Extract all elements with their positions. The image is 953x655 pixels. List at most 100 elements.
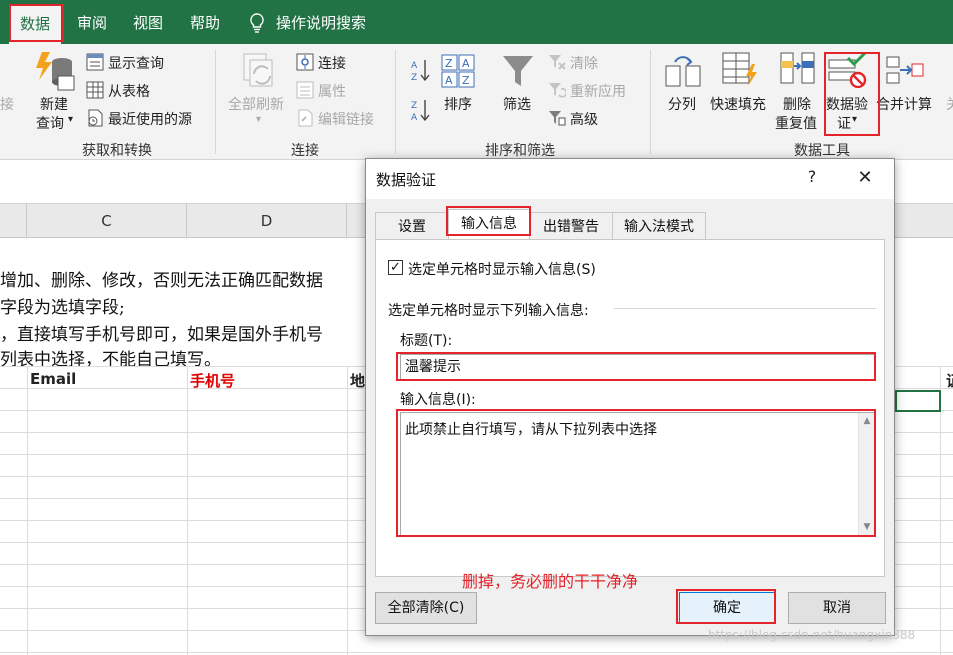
data-validation-label-2[interactable]: 证 — [837, 113, 851, 133]
cancel-button[interactable]: 取消 — [788, 592, 886, 624]
group-separator — [395, 50, 396, 154]
grid-line — [187, 366, 188, 655]
data-validation-dialog: 数据验证 ? ✕ 设置 输入信息 出错警告 输入法模式 ✓ 选定单元格时显示输入… — [365, 158, 895, 636]
column-header-b-partial[interactable] — [0, 204, 27, 238]
ribbon: 接 新建 查询 ▾ 显示查询 从表格 最近使用的源 获取和转换 全部刷新 ▾ 连… — [0, 44, 953, 160]
show-queries-button[interactable]: 显示查询 — [108, 53, 164, 73]
tab-view[interactable]: 视图 — [130, 6, 166, 40]
group-label-connections: 连接 — [291, 143, 319, 159]
connections-icon — [296, 53, 314, 71]
show-input-message-label[interactable]: 选定单元格时显示输入信息(S) — [408, 259, 596, 279]
svg-text:A: A — [411, 61, 418, 71]
scroll-down-icon[interactable]: ▼ — [862, 522, 872, 532]
svg-text:Z: Z — [411, 73, 417, 82]
recent-sources-icon — [88, 109, 103, 127]
ribbon-tab-bar: 数据 审阅 视图 帮助 操作说明搜索 — [0, 0, 953, 44]
group-separator — [215, 50, 216, 154]
watermark: https://blog.csdn.net/huangxin388 — [708, 628, 916, 642]
properties-button[interactable]: 属性 — [318, 81, 346, 101]
tab-settings[interactable]: 设置 — [375, 212, 449, 240]
ok-button[interactable]: 确定 — [679, 592, 775, 624]
svg-text:Z: Z — [462, 74, 470, 87]
remove-duplicates-label-1[interactable]: 删除 — [783, 94, 811, 114]
header-cell-email[interactable]: Email — [30, 370, 76, 388]
grid-line — [347, 366, 348, 655]
refresh-all-button[interactable]: 全部刷新 — [228, 94, 284, 114]
new-query-label-2[interactable]: 查询 — [36, 113, 64, 133]
reapply-button[interactable]: 重新应用 — [570, 81, 626, 101]
grid-line — [27, 366, 28, 655]
tab-data[interactable]: 数据 — [9, 6, 61, 44]
data-validation-label-1[interactable]: 数据验 — [826, 94, 868, 114]
scroll-up-icon[interactable]: ▲ — [862, 416, 872, 426]
close-icon[interactable]: ✕ — [855, 167, 875, 188]
text-to-columns-icon[interactable] — [665, 54, 701, 88]
title-input[interactable]: 温馨提示 — [400, 354, 876, 380]
text-to-columns-button[interactable]: 分列 — [668, 94, 696, 114]
refresh-all-icon[interactable] — [240, 52, 278, 92]
clear-filter-button[interactable]: 清除 — [570, 53, 598, 73]
column-header-d[interactable]: D — [187, 204, 347, 238]
group-label-get-transform: 获取和转换 — [82, 143, 152, 159]
remove-duplicates-icon[interactable] — [780, 52, 816, 88]
annotation-text: 删掉，务必删的干干净净 — [462, 572, 639, 591]
tab-review[interactable]: 审阅 — [72, 6, 112, 40]
new-query-dropdown-icon[interactable]: ▾ — [68, 114, 73, 125]
from-table-button[interactable]: 从表格 — [108, 81, 150, 101]
data-validation-icon[interactable] — [828, 52, 868, 88]
tab-input-message[interactable]: 输入信息 — [448, 209, 530, 240]
dialog-titlebar[interactable]: 数据验证 ? ✕ — [366, 159, 894, 199]
flash-fill-button[interactable]: 快速填充 — [710, 94, 766, 114]
tab-ime-mode[interactable]: 输入法模式 — [612, 212, 706, 240]
flash-fill-icon[interactable] — [722, 52, 758, 88]
sort-descending-icon[interactable]: Z A — [410, 98, 432, 122]
data-validation-dropdown-icon[interactable]: ▾ — [852, 114, 857, 125]
svg-text:Z: Z — [445, 57, 453, 70]
input-message-textarea[interactable]: 此项禁止自行填写，请从下拉列表中选择 ▲ ▼ — [400, 412, 876, 536]
new-query-label-1[interactable]: 新建 — [40, 94, 68, 114]
clear-all-button[interactable]: 全部清除(C) — [375, 592, 477, 624]
consolidate-button[interactable]: 合并计算 — [876, 94, 932, 114]
show-input-message-checkbox[interactable]: ✓ — [388, 260, 403, 275]
lightbulb-icon — [250, 13, 264, 33]
filter-button[interactable]: 筛选 — [503, 94, 531, 114]
sheet-note-line-2: 字段为选填字段; — [0, 298, 125, 318]
consolidate-icon[interactable] — [886, 56, 924, 86]
svg-text:A: A — [462, 57, 470, 70]
filter-icon[interactable] — [502, 54, 534, 88]
sheet-note-line-1: 增加、删除、修改，否则无法正确匹配数据 — [0, 271, 323, 291]
clear-filter-icon — [549, 55, 566, 70]
properties-icon — [296, 81, 314, 99]
sort-dialog-icon[interactable]: Z A A Z — [441, 54, 475, 88]
header-cell-address-partial[interactable]: 地 — [350, 370, 365, 391]
advanced-filter-button[interactable]: 高级 — [570, 109, 598, 129]
input-message-text: 此项禁止自行填写，请从下拉列表中选择 — [405, 422, 657, 438]
partial-ribbon-item-left: 接 — [0, 97, 14, 113]
column-header-c[interactable]: C — [27, 204, 187, 238]
textarea-scrollbar[interactable]: ▲ ▼ — [858, 413, 875, 535]
from-table-icon — [86, 81, 104, 99]
svg-text:A: A — [445, 74, 453, 87]
edit-links-button[interactable]: 编辑链接 — [318, 109, 374, 129]
recent-sources-button[interactable]: 最近使用的源 — [108, 109, 192, 129]
edit-links-icon — [298, 109, 313, 127]
sort-button[interactable]: 排序 — [444, 94, 472, 114]
sheet-note-line-3: ，直接填写手机号即可，如果是国外手机号 — [0, 325, 323, 345]
tab-help[interactable]: 帮助 — [187, 6, 223, 40]
sort-ascending-icon[interactable]: A Z — [410, 58, 432, 82]
header-cell-right-partial[interactable]: 证 — [946, 370, 953, 391]
tell-me-search[interactable]: 操作说明搜索 — [276, 6, 376, 40]
header-cell-phone[interactable]: 手机号 — [190, 370, 235, 391]
remove-duplicates-label-2[interactable]: 重复值 — [775, 113, 817, 133]
help-icon[interactable]: ? — [802, 167, 822, 186]
connections-button[interactable]: 连接 — [318, 53, 346, 73]
selected-cell[interactable] — [895, 390, 941, 412]
svg-text:Z: Z — [411, 101, 417, 111]
new-query-icon[interactable] — [34, 50, 76, 92]
advanced-filter-icon — [549, 111, 566, 126]
svg-text:A: A — [411, 113, 418, 122]
show-queries-icon — [86, 53, 104, 71]
tab-error-alert[interactable]: 出错警告 — [529, 212, 613, 240]
refresh-all-dropdown-icon[interactable]: ▾ — [256, 114, 261, 125]
group-separator — [650, 50, 651, 154]
